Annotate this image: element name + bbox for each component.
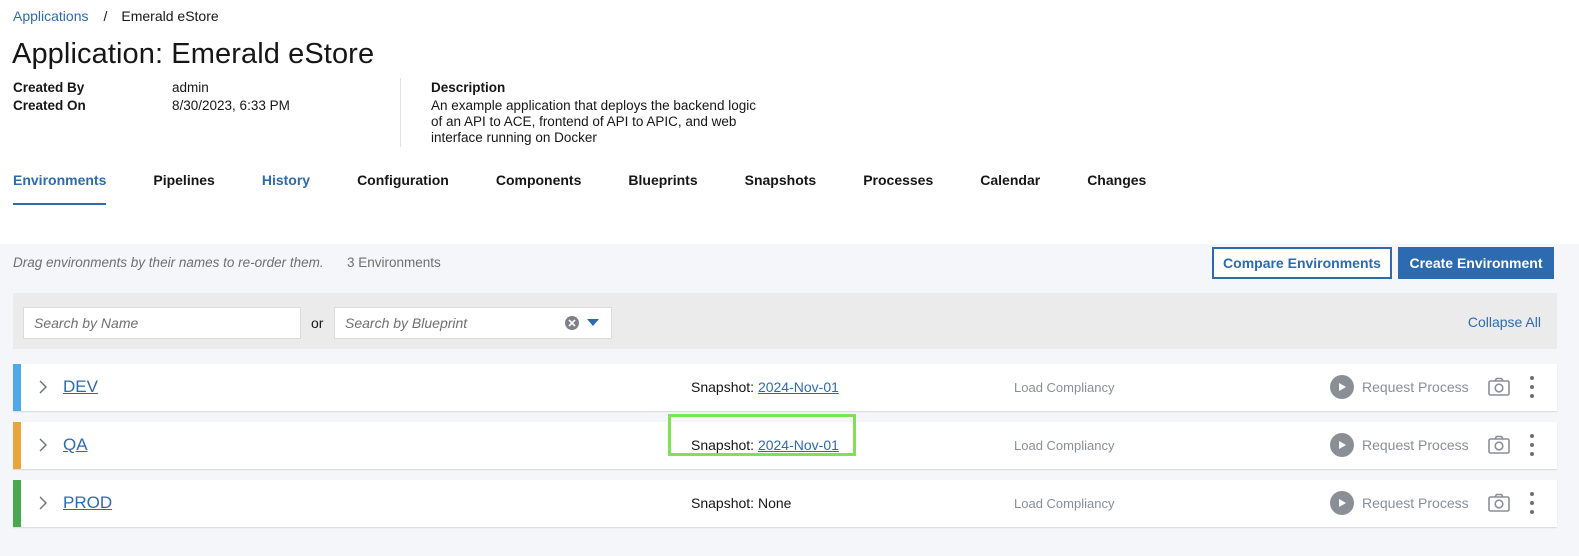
collapse-all-link[interactable]: Collapse All	[1468, 314, 1541, 330]
request-process-button[interactable]: Request Process	[1330, 491, 1469, 515]
request-process-label: Request Process	[1362, 495, 1469, 511]
environment-count: 3 Environments	[347, 255, 441, 270]
snapshot-link[interactable]: 2024-Nov-01	[758, 379, 839, 395]
environment-name-link[interactable]: QA	[63, 435, 88, 455]
tab-calendar[interactable]: Calendar	[980, 166, 1040, 205]
play-icon	[1330, 433, 1354, 457]
snapshot-info: Snapshot: 2024-Nov-01	[691, 437, 839, 453]
chevron-right-icon[interactable]	[36, 380, 50, 394]
request-process-button[interactable]: Request Process	[1330, 433, 1469, 457]
tab-snapshots[interactable]: Snapshots	[745, 166, 817, 205]
overflow-menu-icon[interactable]	[1526, 434, 1538, 456]
camera-icon[interactable]	[1488, 493, 1510, 513]
environment-row-dev: DEV Snapshot: 2024-Nov-01 Load Complianc…	[13, 364, 1557, 411]
breadcrumb-separator: /	[103, 8, 108, 24]
description-label: Description	[431, 80, 506, 95]
created-by-value: admin	[172, 80, 209, 95]
request-process-label: Request Process	[1362, 437, 1469, 453]
tab-changes[interactable]: Changes	[1087, 166, 1146, 205]
blueprint-placeholder: Search by Blueprint	[345, 315, 468, 331]
environment-color-stripe	[13, 422, 21, 469]
or-label: or	[311, 315, 324, 331]
clear-icon[interactable]	[565, 316, 579, 330]
snapshot-label: Snapshot:	[691, 379, 755, 395]
camera-icon[interactable]	[1488, 377, 1510, 397]
description-text: An example application that deploys the …	[431, 98, 756, 145]
breadcrumb-current: Emerald eStore	[121, 8, 219, 24]
request-process-label: Request Process	[1362, 379, 1469, 395]
filter-bar: Search by Name or Search by Blueprint Co…	[13, 293, 1557, 349]
page-title: Application: Emerald eStore	[12, 38, 375, 70]
tab-configuration[interactable]: Configuration	[357, 166, 449, 205]
tab-components[interactable]: Components	[496, 166, 582, 205]
dropdown-caret-icon[interactable]	[587, 319, 599, 326]
play-icon	[1330, 491, 1354, 515]
environment-name-link[interactable]: DEV	[63, 377, 98, 397]
tab-processes[interactable]: Processes	[863, 166, 933, 205]
created-by-label: Created By	[13, 80, 85, 95]
tab-blueprints[interactable]: Blueprints	[628, 166, 697, 205]
breadcrumb-applications-link[interactable]: Applications	[13, 8, 89, 24]
tab-environments[interactable]: Environments	[13, 166, 107, 205]
camera-icon[interactable]	[1488, 435, 1510, 455]
request-process-button[interactable]: Request Process	[1330, 375, 1469, 399]
created-on-value: 8/30/2023, 6:33 PM	[172, 98, 290, 113]
environment-color-stripe	[13, 364, 21, 411]
search-by-name-input[interactable]: Search by Name	[23, 307, 301, 339]
snapshot-info: Snapshot: 2024-Nov-01	[691, 379, 839, 395]
load-compliancy-link[interactable]: Load Compliancy	[1014, 496, 1114, 511]
overflow-menu-icon[interactable]	[1526, 492, 1538, 514]
environment-row-prod: PROD Snapshot: None Load Compliancy Requ…	[13, 480, 1557, 527]
play-icon	[1330, 375, 1354, 399]
snapshot-info: Snapshot: None	[691, 495, 791, 511]
meta-divider	[400, 78, 401, 147]
drag-hint: Drag environments by their names to re-o…	[13, 255, 324, 270]
tab-pipelines[interactable]: Pipelines	[153, 166, 214, 205]
snapshot-label: Snapshot:	[691, 495, 755, 511]
create-environment-button[interactable]: Create Environment	[1398, 247, 1554, 279]
environment-name-link[interactable]: PROD	[63, 493, 112, 513]
search-by-blueprint-select[interactable]: Search by Blueprint	[334, 307, 612, 339]
breadcrumb: Applications / Emerald eStore	[13, 8, 219, 24]
created-on-label: Created On	[13, 98, 86, 113]
tab-bar: Environments Pipelines History Configura…	[13, 166, 1193, 206]
snapshot-link[interactable]: 2024-Nov-01	[758, 437, 839, 453]
snapshot-label: Snapshot:	[691, 437, 755, 453]
compare-environments-button[interactable]: Compare Environments	[1212, 247, 1392, 279]
environments-panel: Drag environments by their names to re-o…	[0, 244, 1579, 556]
snapshot-value: None	[757, 495, 792, 511]
overflow-menu-icon[interactable]	[1526, 376, 1538, 398]
chevron-right-icon[interactable]	[36, 438, 50, 452]
load-compliancy-link[interactable]: Load Compliancy	[1014, 380, 1114, 395]
tab-history[interactable]: History	[262, 166, 310, 205]
chevron-right-icon[interactable]	[36, 496, 50, 510]
environment-color-stripe	[13, 480, 21, 527]
environment-row-qa: QA Snapshot: 2024-Nov-01 Load Compliancy…	[13, 414, 1557, 469]
load-compliancy-link[interactable]: Load Compliancy	[1014, 438, 1114, 453]
